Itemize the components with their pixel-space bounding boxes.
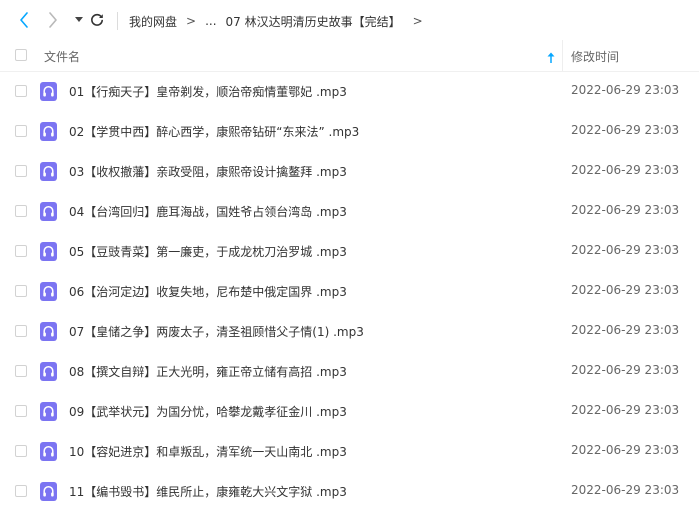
forward-arrow-icon[interactable]: [44, 10, 62, 30]
row-checkbox[interactable]: [15, 165, 27, 177]
history-dropdown-icon[interactable]: [70, 10, 88, 30]
file-name[interactable]: 06【治河定边】收复失地，尼布楚中俄定国界 .mp3: [69, 283, 347, 300]
row-checkbox[interactable]: [15, 405, 27, 417]
breadcrumb-current-folder: 07 林汉达明清历史故事【完结】: [225, 14, 401, 29]
file-row[interactable]: 10【容妃进京】和卓叛乱，清军统一天山南北 .mp3 2022-06-29 23:…: [0, 431, 699, 471]
navigation-bar: 我的网盘 > ... 07 林汉达明清历史故事【完结】 >: [0, 0, 699, 40]
breadcrumb-separator: >: [186, 14, 197, 28]
file-modified-time: 2022-06-29 23:03: [571, 163, 680, 177]
audio-file-icon: [40, 282, 57, 301]
file-row[interactable]: 04【台湾回归】鹿耳海战，国姓爷占领台湾岛 .mp3 2022-06-29 23:…: [0, 191, 699, 231]
file-modified-time: 2022-06-29 23:03: [571, 83, 680, 97]
file-modified-time: 2022-06-29 23:03: [571, 283, 680, 297]
audio-file-icon: [40, 202, 57, 221]
file-name[interactable]: 08【撰文自辩】正大光明，雍正帝立储有高招 .mp3: [69, 363, 347, 380]
audio-file-icon: [40, 402, 57, 421]
file-name[interactable]: 11【编书毁书】维民所止，康雍乾大兴文字狱 .mp3: [69, 483, 347, 500]
audio-file-icon: [40, 322, 57, 341]
row-checkbox[interactable]: [15, 285, 27, 297]
audio-file-icon: [40, 122, 57, 141]
file-modified-time: 2022-06-29 23:03: [571, 363, 680, 377]
column-divider[interactable]: [562, 40, 563, 71]
file-name[interactable]: 01【行痴天子】皇帝剃发，顺治帝痴情董鄂妃 .mp3: [69, 83, 347, 100]
file-name[interactable]: 04【台湾回归】鹿耳海战，国姓爷占领台湾岛 .mp3: [69, 203, 347, 220]
file-modified-time: 2022-06-29 23:03: [571, 323, 680, 337]
audio-file-icon: [40, 162, 57, 181]
row-checkbox[interactable]: [15, 85, 27, 97]
sort-ascending-icon[interactable]: [546, 49, 556, 63]
row-checkbox[interactable]: [15, 365, 27, 377]
breadcrumb: 我的网盘 > ... 07 林汉达明清历史故事【完结】 >: [129, 11, 423, 31]
breadcrumb-root[interactable]: 我的网盘: [129, 13, 177, 30]
file-modified-time: 2022-06-29 23:03: [571, 443, 680, 457]
file-row[interactable]: 01【行痴天子】皇帝剃发，顺治帝痴情董鄂妃 .mp3 2022-06-29 23:…: [0, 71, 699, 111]
file-name[interactable]: 02【学贯中西】醉心西学，康熙帝钻研“东来法” .mp3: [69, 123, 359, 140]
audio-file-icon: [40, 442, 57, 461]
file-row[interactable]: 03【收权撤藩】亲政受阻，康熙帝设计擒鳌拜 .mp3 2022-06-29 23:…: [0, 151, 699, 191]
breadcrumb-next-arrow[interactable]: >: [413, 14, 423, 28]
row-checkbox[interactable]: [15, 205, 27, 217]
file-modified-time: 2022-06-29 23:03: [571, 243, 680, 257]
file-list: 01【行痴天子】皇帝剃发，顺治帝痴情董鄂妃 .mp3 2022-06-29 23:…: [0, 71, 699, 511]
breadcrumb-ellipsis[interactable]: ...: [205, 14, 216, 28]
file-modified-time: 2022-06-29 23:03: [571, 203, 680, 217]
file-row[interactable]: 09【武举状元】为国分忧，哈攀龙戴孝征金川 .mp3 2022-06-29 23:…: [0, 391, 699, 431]
row-checkbox[interactable]: [15, 445, 27, 457]
file-row[interactable]: 07【皇储之争】两废太子，清圣祖顾惜父子情(1) .mp3 2022-06-29 …: [0, 311, 699, 351]
file-modified-time: 2022-06-29 23:03: [571, 123, 680, 137]
file-row[interactable]: 05【豆豉青菜】第一廉吏，于成龙枕刀治罗城 .mp3 2022-06-29 23:…: [0, 231, 699, 271]
back-arrow-icon[interactable]: [15, 10, 33, 30]
row-checkbox[interactable]: [15, 325, 27, 337]
file-row[interactable]: 02【学贯中西】醉心西学，康熙帝钻研“东来法” .mp3 2022-06-29 2…: [0, 111, 699, 151]
file-name[interactable]: 05【豆豉青菜】第一廉吏，于成龙枕刀治罗城 .mp3: [69, 243, 347, 260]
row-checkbox[interactable]: [15, 125, 27, 137]
file-name[interactable]: 07【皇储之争】两废太子，清圣祖顾惜父子情(1) .mp3: [69, 323, 364, 340]
file-name[interactable]: 09【武举状元】为国分忧，哈攀龙戴孝征金川 .mp3: [69, 403, 347, 420]
file-row[interactable]: 11【编书毁书】维民所止，康雍乾大兴文字狱 .mp3 2022-06-29 23:…: [0, 471, 699, 511]
file-row[interactable]: 06【治河定边】收复失地，尼布楚中俄定国界 .mp3 2022-06-29 23:…: [0, 271, 699, 311]
column-header-filename[interactable]: 文件名: [44, 48, 80, 65]
file-row[interactable]: 08【撰文自辩】正大光明，雍正帝立储有高招 .mp3 2022-06-29 23:…: [0, 351, 699, 391]
file-name[interactable]: 03【收权撤藩】亲政受阻，康熙帝设计擒鳌拜 .mp3: [69, 163, 347, 180]
row-checkbox[interactable]: [15, 485, 27, 497]
file-list-header: 文件名 修改时间: [0, 40, 699, 72]
file-modified-time: 2022-06-29 23:03: [571, 483, 680, 497]
nav-divider: [117, 12, 118, 30]
audio-file-icon: [40, 82, 57, 101]
column-header-modified-time[interactable]: 修改时间: [571, 48, 619, 65]
select-all-checkbox[interactable]: [15, 49, 27, 61]
row-checkbox[interactable]: [15, 245, 27, 257]
audio-file-icon: [40, 362, 57, 381]
audio-file-icon: [40, 242, 57, 261]
audio-file-icon: [40, 482, 57, 501]
file-modified-time: 2022-06-29 23:03: [571, 403, 680, 417]
file-name[interactable]: 10【容妃进京】和卓叛乱，清军统一天山南北 .mp3: [69, 443, 347, 460]
refresh-icon[interactable]: [88, 10, 106, 30]
